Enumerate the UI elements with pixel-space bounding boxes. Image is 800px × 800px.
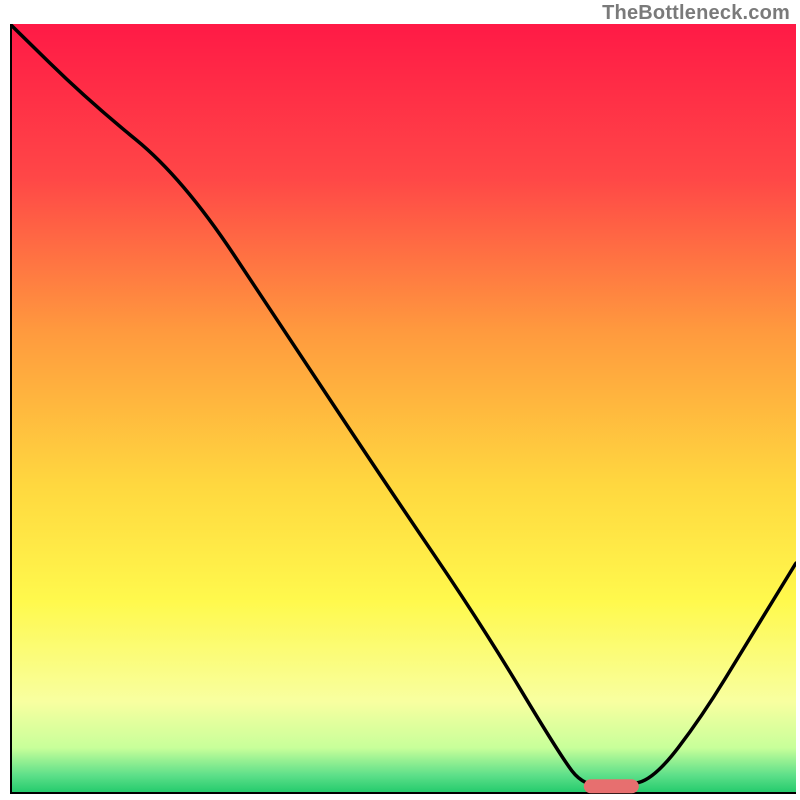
bottleneck-chart bbox=[10, 24, 796, 794]
chart-background bbox=[10, 24, 796, 794]
highlight-marker bbox=[584, 779, 639, 793]
watermark-text: TheBottleneck.com bbox=[602, 2, 790, 25]
chart-container bbox=[10, 24, 796, 794]
